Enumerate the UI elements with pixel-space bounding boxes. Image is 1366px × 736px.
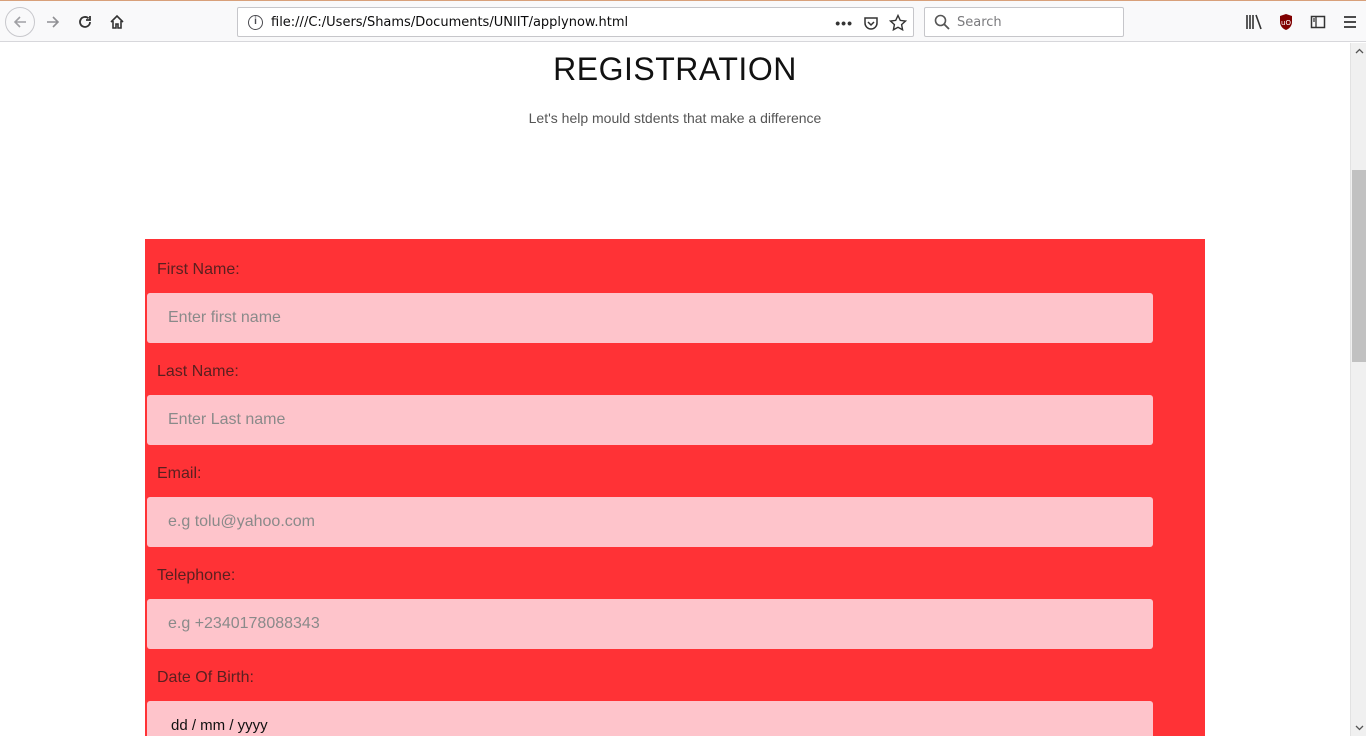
library-icon <box>1246 14 1262 30</box>
registration-form: First Name: Last Name: Email: Telephone:… <box>145 239 1205 736</box>
toolbar-right: uO <box>1238 8 1366 36</box>
menu-button[interactable] <box>1334 8 1366 36</box>
page-subtitle: Let's help mould stdents that make a dif… <box>528 110 822 126</box>
scroll-thumb[interactable] <box>1352 170 1366 362</box>
hamburger-menu-icon <box>1344 16 1356 28</box>
home-icon <box>110 14 124 29</box>
first-name-input[interactable] <box>147 293 1153 343</box>
page-title: REGISTRATION <box>553 51 797 87</box>
chevron-down-icon <box>1355 725 1363 731</box>
back-arrow-icon <box>13 16 26 28</box>
page-actions-icon[interactable]: ••• <box>835 15 853 31</box>
dob-label: Date Of Birth: <box>157 669 254 686</box>
url-bar[interactable]: i file:///C:/Users/Shams/Documents/UNIIT… <box>237 7 914 37</box>
back-button[interactable] <box>5 7 35 37</box>
last-name-input[interactable] <box>147 395 1153 445</box>
dob-placeholder: dd / mm / yyyy <box>171 717 268 734</box>
url-text[interactable]: file:///C:/Users/Shams/Documents/UNIIT/a… <box>271 15 628 30</box>
scroll-up-button[interactable] <box>1351 43 1366 59</box>
search-icon <box>934 14 950 30</box>
page-scrollbar[interactable] <box>1350 43 1366 736</box>
scroll-down-button[interactable] <box>1351 720 1366 736</box>
ublock-icon: uO <box>1280 14 1292 30</box>
first-name-label: First Name: <box>157 261 240 278</box>
ublock-button[interactable]: uO <box>1270 8 1302 36</box>
dob-input[interactable]: dd / mm / yyyy <box>147 701 1153 736</box>
info-icon[interactable]: i <box>248 15 263 30</box>
page-viewport: REGISTRATION Let's help mould stdents th… <box>0 43 1350 736</box>
library-button[interactable] <box>1238 8 1270 36</box>
chevron-up-icon <box>1355 48 1363 54</box>
star-icon[interactable] <box>889 14 907 32</box>
sidebar-button[interactable] <box>1302 8 1334 36</box>
email-label: Email: <box>157 465 202 482</box>
pocket-icon[interactable] <box>863 15 879 31</box>
svg-text:uO: uO <box>1281 19 1291 27</box>
browser-toolbar: i file:///C:/Users/Shams/Documents/UNIIT… <box>0 0 1366 42</box>
reload-button[interactable] <box>71 8 99 36</box>
reload-icon <box>79 16 91 28</box>
last-name-label: Last Name: <box>157 363 239 380</box>
forward-arrow-icon <box>47 16 60 28</box>
telephone-label: Telephone: <box>157 567 236 584</box>
home-button[interactable] <box>103 8 131 36</box>
search-placeholder: Search <box>957 15 1002 30</box>
forward-button[interactable] <box>39 8 67 36</box>
url-actions: ••• <box>835 12 907 34</box>
telephone-input[interactable] <box>147 599 1153 649</box>
search-bar[interactable]: Search <box>924 7 1124 37</box>
email-input[interactable] <box>147 497 1153 547</box>
sidebar-icon <box>1310 15 1326 29</box>
